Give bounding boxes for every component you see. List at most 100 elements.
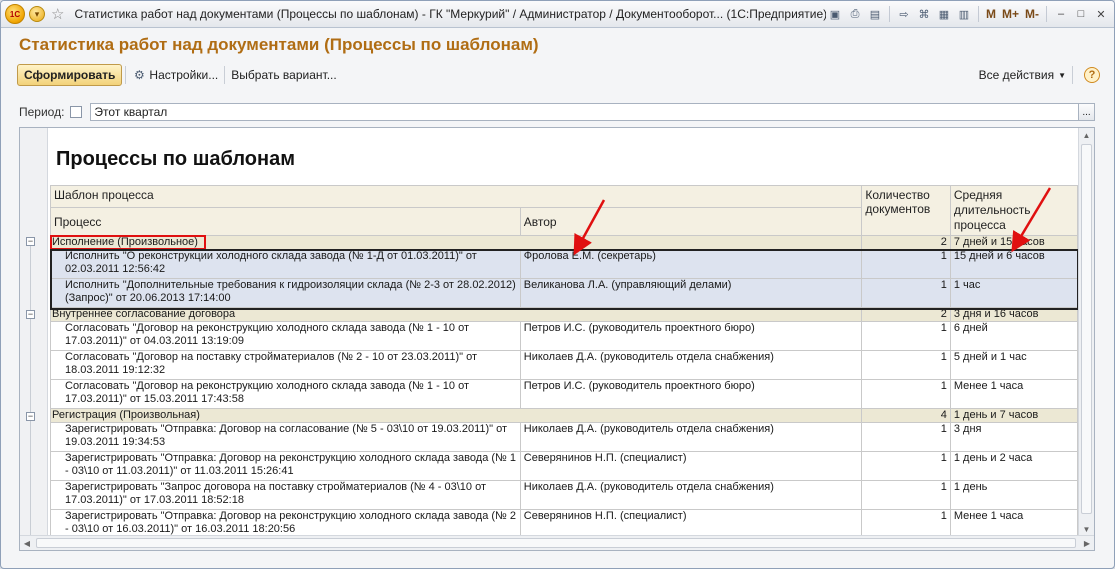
favorite-star-icon[interactable]: ☆	[51, 5, 64, 23]
group-row[interactable]: Внутреннее согласование договора 2 3 дня и…	[49, 307, 1079, 322]
author-cell: Петров И.С. (руководитель проектного бюр…	[519, 321, 863, 351]
report-area[interactable]: Процессы по шаблонам Шаблон процесса Кол…	[19, 127, 1095, 551]
group-name: Регистрация (Произвольная)	[49, 408, 863, 423]
settings-label: Настройки...	[149, 68, 219, 82]
count-cell: 1	[861, 321, 951, 351]
count-cell: 1	[861, 379, 951, 409]
memory-m-plus-button[interactable]: M+	[1000, 7, 1021, 21]
process-cell: Согласовать "Договор на реконструкцию хо…	[50, 379, 521, 409]
period-select-button[interactable]: ...	[1079, 103, 1095, 121]
table-row[interactable]: Согласовать "Договор на реконструкцию хо…	[50, 379, 1079, 409]
window-title: Статистика работ над документами (Процес…	[74, 7, 826, 21]
memory-m-minus-button[interactable]: M-	[1023, 7, 1041, 21]
all-actions-label: Все действия	[978, 68, 1055, 82]
horizontal-scrollbar[interactable]: ◀ ▶	[20, 535, 1094, 550]
collapse-toggle-icon[interactable]: −	[26, 237, 35, 246]
app-logo-icon[interactable]: 1С	[5, 4, 25, 24]
count-cell: 1	[861, 350, 951, 380]
header-avg-duration: Средняя длительность процесса	[949, 185, 1079, 236]
toolbar: Сформировать ⚙ Настройки... Выбрать вари…	[17, 63, 1100, 87]
group-duration: 1 день и 7 часов	[949, 408, 1079, 423]
author-cell: Петров И.С. (руководитель проектного бюр…	[519, 379, 863, 409]
minimize-icon[interactable]: –	[1052, 6, 1070, 22]
process-cell: Исполнить "Дополнительные требования к г…	[50, 278, 521, 308]
period-input[interactable]: Этот квартал	[90, 103, 1079, 121]
settings-gear-icon: ⚙	[134, 68, 145, 82]
table-row[interactable]: Согласовать "Договор на реконструкцию хо…	[50, 321, 1079, 351]
author-cell: Николаев Д.А. (руководитель отдела снабж…	[519, 422, 863, 452]
group-count: 2	[861, 235, 951, 250]
count-cell: 1	[861, 278, 951, 308]
duration-cell: 15 дней и 6 часов	[949, 249, 1079, 279]
title-bar: 1С ▾ ☆ Статистика работ над документами …	[1, 1, 1114, 28]
horizontal-scroll-thumb[interactable]	[36, 538, 1076, 548]
author-cell: Великанова Л.А. (управляющий делами)	[519, 278, 863, 308]
print-icon[interactable]: ⎙	[846, 5, 864, 23]
maximize-icon[interactable]: □	[1072, 6, 1090, 22]
period-label: Период:	[19, 105, 65, 119]
header-doc-count: Количество документов	[861, 185, 951, 236]
period-checkbox[interactable]	[70, 106, 83, 118]
process-cell: Зарегистрировать "Отправка: Договор на р…	[50, 451, 521, 481]
table-row[interactable]: Зарегистрировать "Запрос договора на пос…	[50, 480, 1079, 510]
collapse-toggle-icon[interactable]: −	[26, 310, 35, 319]
count-cell: 1	[861, 249, 951, 279]
settings-button[interactable]: ⚙ Настройки...	[129, 64, 221, 86]
page-title: Статистика работ над документами (Процес…	[19, 35, 539, 54]
title-bar-tools: ▣ ⎙ ▤ ⇨ ⌘ ▦ ▥ M M+ M- – □ ✕	[826, 5, 1110, 23]
count-cell: 1	[861, 480, 951, 510]
menu-dropdown-icon[interactable]: ▾	[29, 6, 45, 22]
scroll-down-icon[interactable]: ▼	[1079, 522, 1094, 536]
group-row[interactable]: Регистрация (Произвольная) 4 1 день и 7 ча…	[49, 408, 1079, 423]
report-table: Шаблон процесса Количество документов Ср…	[49, 184, 1079, 539]
group-duration: 7 дней и 15 часов	[949, 235, 1079, 250]
group-count: 2	[861, 307, 951, 322]
process-cell: Зарегистрировать "Отправка: Договор на с…	[50, 422, 521, 452]
group-gutter	[20, 128, 48, 540]
header-author: Автор	[519, 207, 863, 236]
link-icon[interactable]: ⌘	[915, 5, 933, 23]
process-cell: Исполнить "О реконструкции холодного скл…	[50, 249, 521, 279]
calendar-icon[interactable]: ▥	[955, 5, 973, 23]
table-row[interactable]: Исполнить "О реконструкции холодного скл…	[50, 249, 1079, 279]
table-row[interactable]: Зарегистрировать "Отправка: Договор на с…	[50, 422, 1079, 452]
process-cell: Зарегистрировать "Запрос договора на пос…	[50, 480, 521, 510]
group-name: Внутреннее согласование договора	[49, 307, 863, 322]
group-duration: 3 дня и 16 часов	[949, 307, 1079, 322]
count-cell: 1	[861, 451, 951, 481]
memory-m-button[interactable]: M	[984, 7, 998, 21]
vertical-scrollbar[interactable]: ▲ ▼	[1078, 128, 1094, 536]
scroll-left-icon[interactable]: ◀	[20, 536, 34, 550]
calculator-icon[interactable]: ▦	[935, 5, 953, 23]
count-cell: 1	[861, 422, 951, 452]
group-row[interactable]: Исполнение (Произвольное) 2 7 дней и 15 ча…	[49, 235, 1079, 250]
process-cell: Согласовать "Договор на реконструкцию хо…	[50, 321, 521, 351]
choose-variant-button[interactable]: Выбрать вариант...	[228, 64, 339, 86]
table-row[interactable]: Согласовать "Договор на поставку стройма…	[50, 350, 1079, 380]
header-template: Шаблон процесса	[49, 184, 863, 209]
scroll-right-icon[interactable]: ▶	[1080, 536, 1094, 550]
group-count: 4	[861, 408, 951, 423]
duration-cell: 6 дней	[949, 321, 1079, 351]
app-window: 1С ▾ ☆ Статистика работ над документами …	[0, 0, 1115, 569]
all-actions-menu[interactable]: Все действия ▼	[976, 64, 1069, 86]
bookmark-arrow-icon[interactable]: ⇨	[895, 5, 913, 23]
save-icon[interactable]: ▣	[826, 5, 844, 23]
report-heading: Процессы по шаблонам	[56, 148, 296, 170]
help-icon[interactable]: ?	[1084, 67, 1100, 83]
scroll-up-icon[interactable]: ▲	[1079, 128, 1094, 142]
duration-cell: 1 день и 2 часа	[949, 451, 1079, 481]
table-row[interactable]: Зарегистрировать "Отправка: Договор на р…	[50, 451, 1079, 481]
duration-cell: 3 дня	[949, 422, 1079, 452]
generate-button[interactable]: Сформировать	[17, 64, 123, 86]
chevron-down-icon: ▼	[1058, 70, 1066, 80]
author-cell: Николаев Д.А. (руководитель отдела снабж…	[519, 350, 863, 380]
duration-cell: 1 день	[949, 480, 1079, 510]
author-cell: Фролова Е.М. (секретарь)	[519, 249, 863, 279]
vertical-scroll-thumb[interactable]	[1081, 144, 1092, 514]
close-icon[interactable]: ✕	[1092, 6, 1110, 22]
preview-icon[interactable]: ▤	[866, 5, 884, 23]
collapse-toggle-icon[interactable]: −	[26, 412, 35, 421]
duration-cell: Менее 1 часа	[949, 379, 1079, 409]
table-row[interactable]: Исполнить "Дополнительные требования к г…	[50, 278, 1079, 308]
